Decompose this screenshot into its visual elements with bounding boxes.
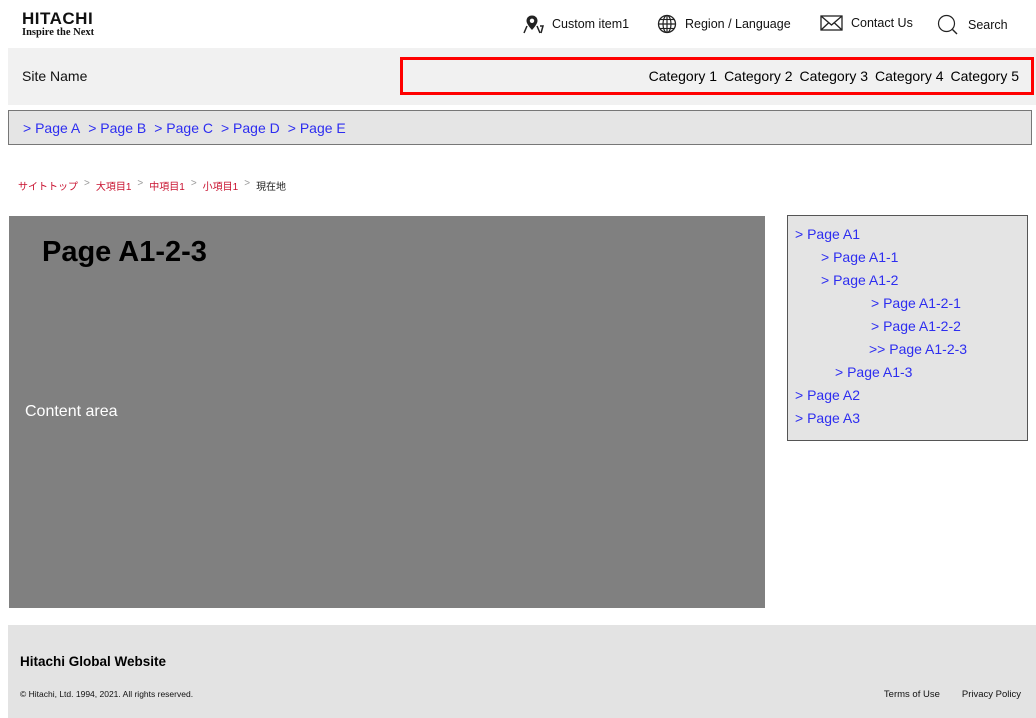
breadcrumb-separator: > xyxy=(244,178,251,189)
breadcrumb-separator: > xyxy=(190,178,197,189)
sidenav-item-page-a1[interactable]: > Page A1 xyxy=(788,225,1027,248)
category-link-1[interactable]: Category 1 xyxy=(649,68,717,84)
content-area-label: Content area xyxy=(25,403,118,420)
subnav-page-e[interactable]: > Page E xyxy=(288,120,346,136)
custom-item-label: Custom item1 xyxy=(552,17,630,31)
subnav-page-d[interactable]: > Page D xyxy=(221,120,280,136)
map-pin-icon xyxy=(522,14,544,34)
globe-icon xyxy=(657,14,677,34)
breadcrumb: サイトトップ > 大項目1 > 中項目1 > 小項目1 > 現在地 xyxy=(18,178,286,193)
sidenav-item-page-a1-2-1[interactable]: > Page A1-2-1 xyxy=(788,294,1027,317)
sidenav-item-page-a1-2-3-current[interactable]: >> Page A1-2-3 xyxy=(788,340,1027,363)
contact-us-label: Contact Us xyxy=(851,16,913,30)
footer-site-title[interactable]: Hitachi Global Website xyxy=(20,654,166,669)
global-header: HITACHI Inspire the Next Custom item1 Re… xyxy=(0,0,1036,47)
logo-tagline: Inspire the Next xyxy=(22,27,95,38)
category-nav: Category 1 Category 2 Category 3 Categor… xyxy=(642,68,1019,84)
privacy-policy-link[interactable]: Privacy Policy xyxy=(962,689,1021,700)
contact-us-link[interactable]: Contact Us xyxy=(820,14,913,32)
breadcrumb-category-small[interactable]: 小項目1 xyxy=(203,178,239,193)
category-link-4[interactable]: Category 4 xyxy=(875,68,943,84)
category-nav-highlight: Category 1 Category 2 Category 3 Categor… xyxy=(400,57,1034,95)
breadcrumb-site-top[interactable]: サイトトップ xyxy=(18,178,78,193)
footer-links: Terms of Use Privacy Policy xyxy=(862,689,1021,700)
content-area: Page A1-2-3 Content area xyxy=(9,216,765,608)
sidenav-item-page-a1-2-2[interactable]: > Page A1-2-2 xyxy=(788,317,1027,340)
sidenav-item-page-a2[interactable]: > Page A2 xyxy=(788,386,1027,409)
sidenav-item-page-a3[interactable]: > Page A3 xyxy=(788,409,1027,432)
page-title: Page A1-2-3 xyxy=(42,236,207,268)
logo-wordmark: HITACHI xyxy=(22,9,94,28)
local-navigation: > Page A1 > Page A1-1 > Page A1-2 > Page… xyxy=(787,215,1028,441)
search-icon xyxy=(937,14,959,36)
hitachi-logo[interactable]: HITACHI Inspire the Next xyxy=(22,10,94,38)
global-footer: Hitachi Global Website © Hitachi, Ltd. 1… xyxy=(8,625,1036,718)
region-language-label: Region / Language xyxy=(685,17,791,31)
breadcrumb-separator: > xyxy=(84,178,90,189)
breadcrumb-separator: > xyxy=(137,178,144,189)
region-language-link[interactable]: Region / Language xyxy=(657,14,791,34)
sidenav-item-page-a1-1[interactable]: > Page A1-1 xyxy=(788,248,1027,271)
footer-copyright: © Hitachi, Ltd. 1994, 2021. All rights r… xyxy=(20,689,194,699)
subnav-page-c[interactable]: > Page C xyxy=(154,120,213,136)
breadcrumb-category-large[interactable]: 大項目1 xyxy=(96,178,132,193)
sidenav-item-page-a1-3[interactable]: > Page A1-3 xyxy=(788,363,1027,386)
breadcrumb-category-medium[interactable]: 中項目1 xyxy=(149,178,185,193)
envelope-icon xyxy=(820,14,843,32)
subnav-page-a[interactable]: > Page A xyxy=(23,120,80,136)
custom-item-link[interactable]: Custom item1 xyxy=(522,14,629,34)
category-link-5[interactable]: Category 5 xyxy=(951,68,1019,84)
terms-of-use-link[interactable]: Terms of Use xyxy=(884,689,940,700)
sidenav-item-page-a1-2[interactable]: > Page A1-2 xyxy=(788,271,1027,294)
search-label: Search xyxy=(968,18,1008,32)
sub-navigation: > Page A > Page B > Page C > Page D > Pa… xyxy=(8,110,1032,145)
category-link-2[interactable]: Category 2 xyxy=(724,68,792,84)
breadcrumb-current: 現在地 xyxy=(256,182,287,193)
category-link-3[interactable]: Category 3 xyxy=(800,68,868,84)
site-name[interactable]: Site Name xyxy=(22,68,87,84)
search-link[interactable]: Search xyxy=(937,14,1008,36)
subnav-page-b[interactable]: > Page B xyxy=(88,120,146,136)
